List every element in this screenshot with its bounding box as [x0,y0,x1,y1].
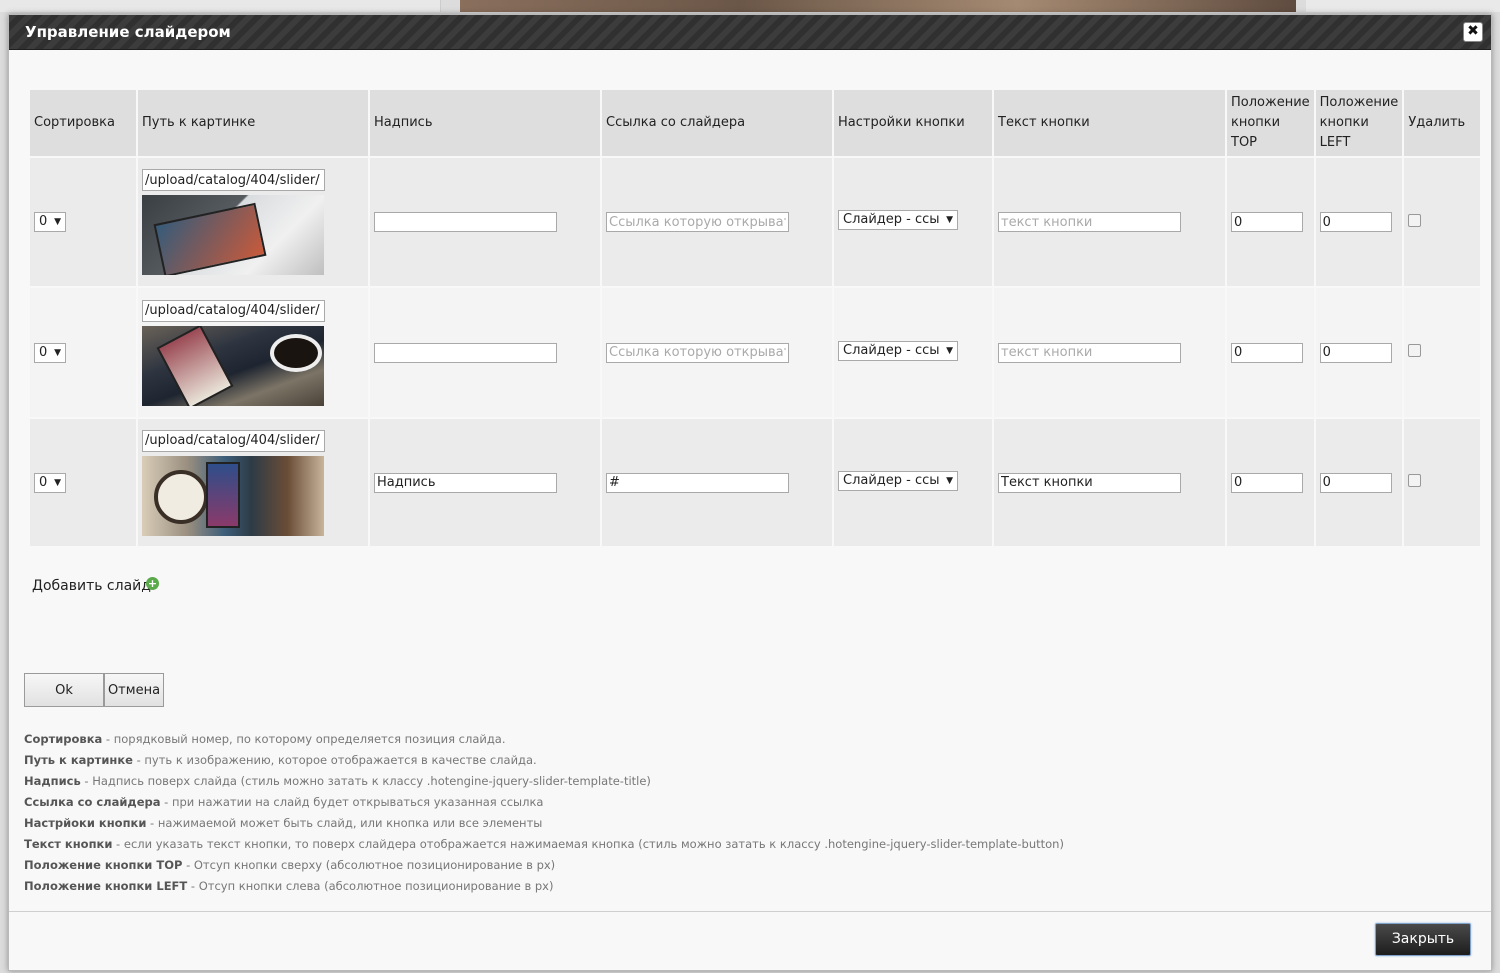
add-slide-link[interactable]: Добавить слайд [32,578,151,594]
ok-button[interactable]: Ok [24,673,104,707]
dialog-title: Управление слайдером [25,23,231,41]
header-button-left: Положение кнопки LEFT [1315,90,1403,156]
header-image-path: Путь к картинке [138,90,368,156]
slider-management-dialog: Управление слайдером ✖ Сортировка Путь к… [8,14,1492,971]
background-panel-left [0,0,441,12]
caption-input[interactable] [374,342,557,363]
delete-checkbox[interactable] [1408,213,1422,227]
header-button-settings: Настройки кнопки [834,90,992,156]
button-settings-select[interactable]: Слайдер - ссы ▼ [838,210,958,230]
slides-table: Сортировка Путь к картинке Надпись Ссылк… [28,88,1482,548]
sort-select[interactable]: 0 ▼ [34,212,66,232]
help-text: Сортировка - порядковый номер, по которо… [24,729,1064,897]
button-settings-select[interactable]: Слайдер - ссы ▼ [838,470,958,491]
background-slider-image [460,0,1296,12]
button-left-input[interactable] [1319,212,1392,232]
slider-link-input[interactable] [606,342,789,363]
background-panel-right [1306,0,1500,12]
button-text-input[interactable] [998,342,1181,363]
button-text-input[interactable] [998,212,1181,232]
slide-thumbnail [142,195,324,275]
slide-thumbnail [142,455,324,536]
delete-checkbox[interactable] [1408,344,1422,357]
button-top-input[interactable] [1231,342,1303,363]
button-settings-select[interactable]: Слайдер - ссы ▼ [838,340,958,361]
image-path-input[interactable] [142,169,325,191]
help-line: Ссылка со слайдера - при нажатии на слай… [24,795,544,809]
header-button-top: Положение кнопки TOP [1227,90,1314,156]
help-line: Надпись - Надпись поверх слайда (стиль м… [24,774,651,788]
table-row: 0▼ Слайдер - ссы▼ [30,419,1481,546]
button-top-input[interactable] [1231,212,1303,232]
header-delete: Удалить [1404,90,1481,156]
sort-select[interactable]: 0 ▼ [34,342,66,363]
plus-icon[interactable]: + [146,577,159,590]
button-left-input[interactable] [1319,472,1392,493]
button-text-input[interactable] [998,472,1181,493]
header-sort: Сортировка [30,90,136,156]
cancel-button[interactable]: Отмена [104,673,164,707]
button-left-input[interactable] [1319,342,1392,363]
help-line: Положение кнопки LEFT - Отсуп кнопки сле… [24,879,554,893]
slider-link-input[interactable] [606,472,789,493]
header-button-text: Текст кнопки [994,90,1225,156]
table-row: 0▼ Слайдер - ссы▼ [30,288,1481,417]
close-icon[interactable]: ✖ [1463,22,1483,42]
sort-select[interactable]: 0 ▼ [34,472,66,493]
table-header-row: Сортировка Путь к картинке Надпись Ссылк… [30,90,1481,156]
close-button[interactable]: Закрыть [1375,923,1471,956]
help-line: Настрйоки кнопки - нажимаемой может быть… [24,816,543,830]
help-line: Положение кнопки TOP - Отсуп кнопки свер… [24,858,556,872]
slider-link-input[interactable] [606,212,789,232]
footer-divider [9,911,1491,912]
caption-input[interactable] [374,472,557,493]
image-path-input[interactable] [142,429,325,452]
caption-input[interactable] [374,212,557,232]
help-line: Путь к картинке - путь к изображению, ко… [24,753,537,767]
help-line: Сортировка - порядковый номер, по которо… [24,732,506,746]
image-path-input[interactable] [142,299,325,322]
dialog-titlebar: Управление слайдером ✖ [9,15,1491,50]
button-top-input[interactable] [1231,472,1303,493]
help-line: Текст кнопки - если указать текст кнопки… [24,837,1064,851]
header-slider-link: Ссылка со слайдера [602,90,832,156]
delete-checkbox[interactable] [1408,474,1422,487]
slide-thumbnail [142,325,324,406]
header-caption: Надпись [370,90,600,156]
table-row: 0▼ Слайдер - ссы▼ [30,158,1481,286]
